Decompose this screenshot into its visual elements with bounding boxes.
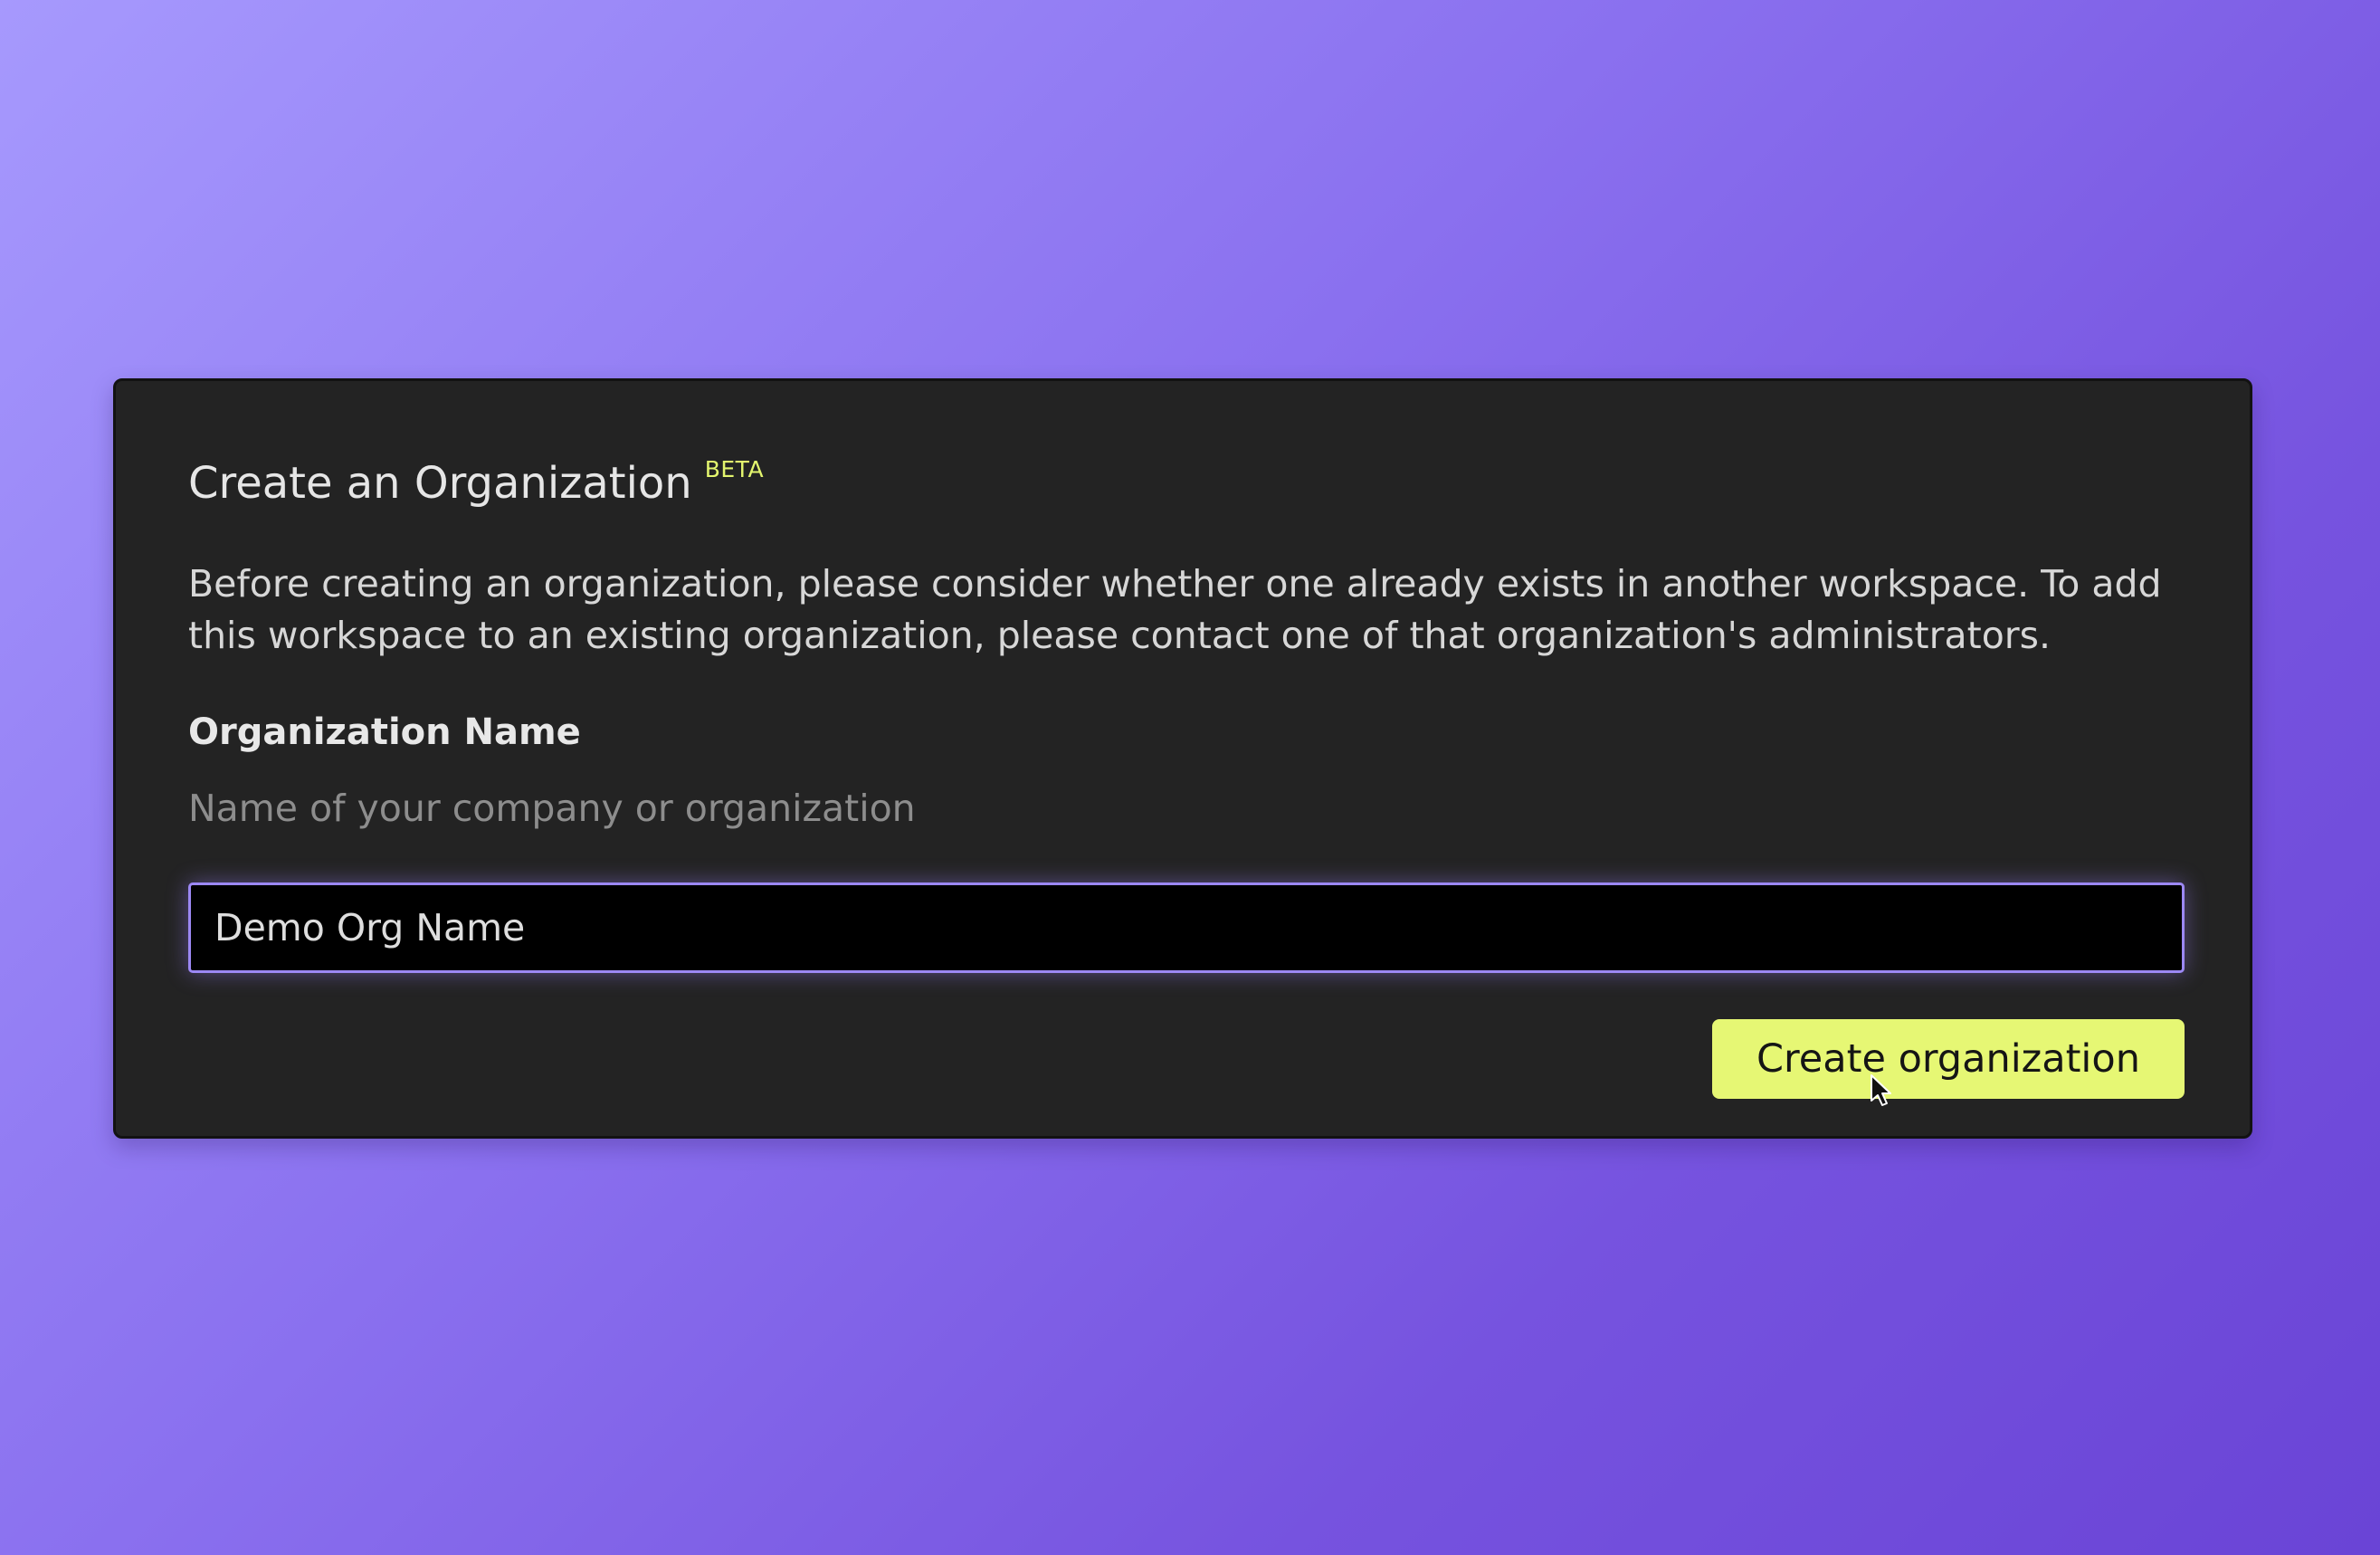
page-title: Create an Organization bbox=[188, 458, 692, 509]
organization-name-hint: Name of your company or organization bbox=[188, 787, 916, 830]
create-organization-button[interactable]: Create organization bbox=[1712, 1019, 2185, 1099]
beta-badge: BETA bbox=[704, 456, 765, 482]
mouse-pointer-icon bbox=[1871, 1074, 1891, 1106]
description-text: Before creating an organization, please … bbox=[188, 562, 2162, 657]
create-organization-card: Create an Organization BETA Before creat… bbox=[113, 378, 2252, 1139]
title-row: Create an Organization BETA bbox=[188, 455, 764, 511]
organization-name-label: Organization Name bbox=[188, 711, 581, 753]
organization-name-input[interactable] bbox=[188, 882, 2185, 973]
